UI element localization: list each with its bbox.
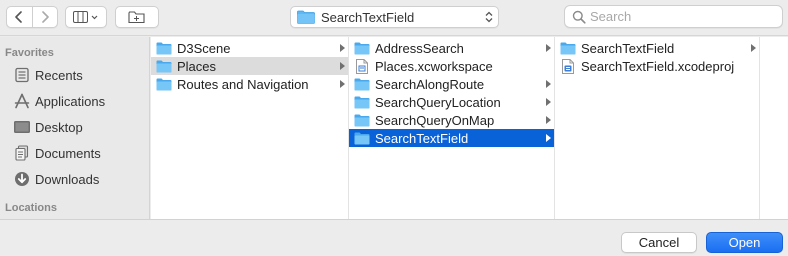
recents-icon (13, 66, 31, 84)
chevron-updown-icon (485, 11, 493, 23)
search-icon (572, 10, 586, 24)
locations-heading: Locations (5, 202, 57, 214)
bottom-bar: Cancel Open (0, 219, 788, 256)
folder-row[interactable]: AddressSearch (349, 39, 554, 57)
cancel-button[interactable]: Cancel (621, 232, 697, 253)
sidebar: Favorites Recents Applications Desktop D… (0, 37, 150, 219)
folder-icon (354, 113, 370, 127)
workspace-file-icon (354, 58, 370, 74)
search-input[interactable] (590, 9, 770, 24)
chevron-left-icon (15, 11, 23, 23)
row-label: SearchTextField (581, 40, 675, 56)
view-mode-button[interactable] (65, 6, 107, 28)
disclosure-arrow-icon (340, 44, 345, 52)
folder-icon (560, 41, 576, 55)
row-label: SearchAlongRoute (375, 76, 485, 92)
new-folder-button[interactable] (115, 6, 159, 28)
row-label: SearchTextField.xcodeproj (581, 58, 735, 74)
folder-icon (156, 77, 172, 91)
folder-row-selected[interactable]: Places (151, 57, 348, 75)
sidebar-item-recents[interactable]: Recents (0, 62, 149, 88)
folder-row[interactable]: SearchQueryOnMap (349, 111, 554, 129)
folder-row-selected[interactable]: SearchTextField (349, 129, 554, 147)
row-label: SearchTextField (375, 130, 469, 146)
browser-column-1: D3Scene Places Routes and Navigation (151, 37, 349, 219)
browser-column-2: AddressSearch Places.xcworkspace SearchA… (349, 37, 555, 219)
applications-icon (13, 92, 31, 110)
row-label: Places (177, 58, 217, 74)
folder-icon (156, 41, 172, 55)
sidebar-item-label: Recents (35, 67, 83, 83)
column-view-icon (73, 11, 98, 23)
file-row[interactable]: Places.xcworkspace (349, 57, 554, 75)
disclosure-arrow-icon (546, 80, 551, 88)
sidebar-item-downloads[interactable]: Downloads (0, 166, 149, 192)
browser-column-3: SearchTextField SearchTextField.xcodepro… (555, 37, 760, 219)
folder-icon (297, 10, 315, 24)
folder-icon (354, 41, 370, 55)
row-label: Routes and Navigation (177, 76, 309, 92)
path-popup[interactable]: SearchTextField (290, 6, 499, 28)
sidebar-item-desktop[interactable]: Desktop (0, 114, 149, 140)
search-field[interactable] (564, 5, 783, 28)
row-label: Places.xcworkspace (375, 58, 493, 74)
disclosure-arrow-icon (546, 44, 551, 52)
column-browser: D3Scene Places Routes and Navigation Add… (151, 37, 788, 219)
folder-row[interactable]: Routes and Navigation (151, 75, 348, 93)
disclosure-arrow-icon (546, 116, 551, 124)
folder-row[interactable]: SearchTextField (555, 39, 759, 57)
disclosure-arrow-icon (751, 44, 756, 52)
row-label: SearchQueryLocation (375, 94, 501, 110)
sidebar-item-label: Desktop (35, 119, 83, 135)
disclosure-arrow-icon (546, 98, 551, 106)
sidebar-item-documents[interactable]: Documents (0, 140, 149, 166)
disclosure-arrow-icon (546, 134, 551, 142)
documents-icon (13, 144, 31, 162)
sidebar-item-label: Applications (35, 93, 106, 109)
favorites-heading: Favorites (5, 47, 54, 59)
row-label: D3Scene (177, 40, 231, 56)
navigation-buttons (6, 6, 58, 28)
downloads-icon (13, 170, 31, 188)
disclosure-arrow-icon (340, 62, 345, 70)
folder-icon (354, 77, 370, 91)
folder-row[interactable]: SearchAlongRoute (349, 75, 554, 93)
folder-icon (156, 59, 172, 73)
sidebar-item-applications[interactable]: Applications (0, 88, 149, 114)
forward-button[interactable] (31, 7, 57, 27)
disclosure-arrow-icon (340, 80, 345, 88)
path-title: SearchTextField (321, 9, 415, 25)
row-label: AddressSearch (375, 40, 464, 56)
sidebar-item-label: Downloads (35, 171, 100, 187)
folder-row[interactable]: SearchQueryLocation (349, 93, 554, 111)
folder-icon (354, 95, 370, 109)
folder-icon (354, 131, 370, 145)
toolbar: SearchTextField (0, 0, 788, 36)
file-row[interactable]: SearchTextField.xcodeproj (555, 57, 759, 75)
row-label: SearchQueryOnMap (375, 112, 495, 128)
open-button[interactable]: Open (706, 232, 783, 253)
desktop-icon (13, 118, 31, 136)
sidebar-item-label: Documents (35, 145, 101, 161)
new-folder-icon (128, 11, 145, 24)
xcodeproj-file-icon (560, 58, 576, 74)
back-button[interactable] (7, 7, 32, 27)
folder-row[interactable]: D3Scene (151, 39, 348, 57)
chevron-right-icon (42, 11, 49, 23)
